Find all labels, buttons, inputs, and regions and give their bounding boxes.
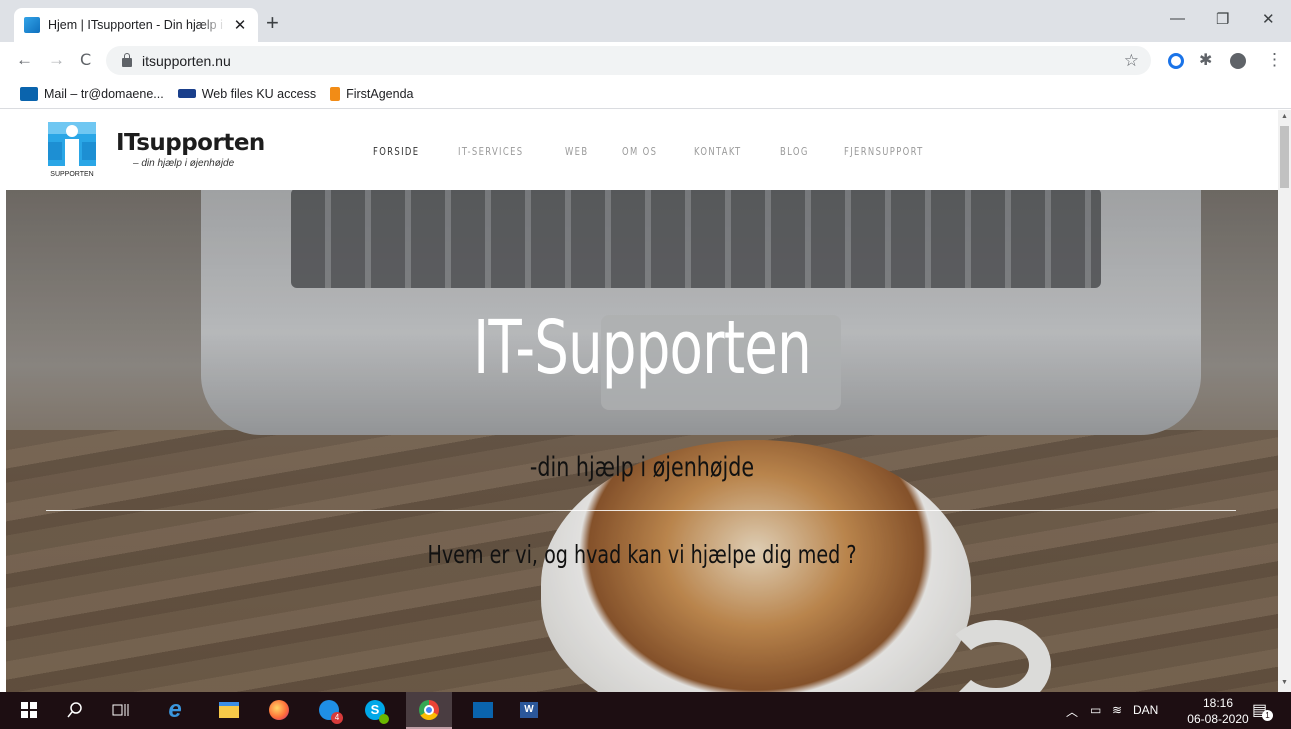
nav-blog[interactable]: BLOG (780, 145, 809, 158)
itsupporten-logo-icon[interactable]: SUPPORTEN (48, 122, 96, 178)
wifi-icon[interactable]: ≋ (1112, 703, 1122, 717)
extension-icon[interactable] (1168, 53, 1184, 69)
search-icon[interactable] (64, 699, 86, 721)
hero-subtitle: -din hjælp i øjenhøjde (529, 452, 755, 483)
bookmark-label: Web files KU access (201, 86, 317, 101)
close-window-button[interactable]: ✕ (1262, 10, 1275, 28)
notification-count: 1 (1262, 710, 1273, 721)
firefox-icon[interactable] (268, 699, 290, 721)
chrome-icon[interactable] (418, 699, 440, 721)
bookmark-star-icon[interactable]: ☆ (1124, 51, 1139, 71)
forward-button[interactable]: → (48, 50, 65, 70)
windows-taskbar: e 4 S W ︿ ▭ ≋ DAN 18:16 06-08-2020 ▤ 1 (0, 692, 1291, 729)
site-header: SUPPORTEN ITsupporten – din hjælp i øjen… (0, 110, 1278, 190)
skype-icon[interactable]: S (364, 699, 389, 724)
windows-start-icon[interactable] (18, 699, 40, 721)
skype-business-icon[interactable]: 4 (318, 699, 343, 724)
tab-strip: Hjem | ITsupporten - Din hjælp i øjenhøj… (0, 0, 1291, 42)
skype-business-badge: 4 (331, 712, 343, 724)
logo-mark-text: SUPPORTEN (50, 171, 93, 178)
bookmark-mail[interactable]: Mail – tr@domaene... (20, 86, 164, 101)
scroll-up-icon[interactable]: ▲ (1281, 113, 1288, 120)
scroll-down-icon[interactable]: ▼ (1281, 679, 1288, 686)
tab-title: Hjem | ITsupporten - Din hjælp i øjenhøj… (48, 18, 226, 32)
tray-overflow-icon[interactable]: ︿ (1066, 703, 1078, 720)
firstagenda-icon (330, 86, 341, 101)
main-navigation: FORSIDE IT-SERVICES WEB OM OS KONTAKT BL… (373, 145, 967, 158)
bookmark-label: Mail – tr@domaene... (44, 86, 164, 101)
page-viewport: SUPPORTEN ITsupporten – din hjælp i øjen… (0, 110, 1278, 692)
bookmark-firstagenda[interactable]: FirstAgenda (330, 86, 414, 101)
hero-question: Hvem er vi, og hvad kan vi hjælpe dig me… (427, 540, 857, 569)
nav-web[interactable]: WEB (565, 145, 588, 158)
outlook-icon (20, 86, 38, 101)
menu-button[interactable]: ⋮ (1266, 50, 1283, 70)
outlook-icon[interactable] (472, 699, 494, 721)
extensions-puzzle-icon[interactable]: ✱ (1199, 50, 1215, 69)
battery-icon[interactable]: ▭ (1090, 703, 1101, 717)
nav-fjernsupport[interactable]: FJERNSUPPORT (844, 145, 924, 158)
logo-tagline: – din hjælp i øjenhøjde (133, 158, 235, 169)
address-bar[interactable]: itsupporten.nu ☆ (106, 46, 1151, 75)
system-clock[interactable]: 18:16 06-08-2020 (1183, 695, 1253, 727)
task-view-icon[interactable] (110, 699, 132, 721)
file-explorer-icon[interactable] (218, 699, 240, 721)
notification-center-icon[interactable]: ▤ 1 (1252, 700, 1273, 721)
edge-icon[interactable]: e (164, 696, 186, 723)
url-text[interactable]: itsupporten.nu (142, 53, 231, 69)
site-favicon-icon (24, 17, 40, 33)
new-tab-button[interactable]: + (266, 12, 279, 34)
scroll-thumb[interactable] (1280, 126, 1289, 188)
tab-close-icon[interactable]: ✕ (232, 16, 248, 34)
word-icon[interactable]: W (518, 699, 540, 721)
back-button[interactable]: ← (16, 50, 33, 70)
page-scrollbar[interactable]: ▲ ▼ (1278, 110, 1291, 692)
hero-banner: IT-Supporten -din hjælp i øjenhøjde Hvem… (6, 190, 1278, 692)
nav-it-services[interactable]: IT-SERVICES (458, 145, 524, 158)
hero-title: IT-Supporten (473, 305, 812, 391)
hero-divider (46, 510, 1236, 511)
bookmark-ku[interactable]: Web files KU access (177, 86, 317, 101)
reload-button[interactable]: C (80, 50, 91, 70)
hero-overlay (6, 190, 1278, 692)
restore-button[interactable]: ❐ (1216, 10, 1229, 28)
bookmark-label: FirstAgenda (346, 86, 414, 101)
browser-tab[interactable]: Hjem | ITsupporten - Din hjælp i øjenhøj… (14, 8, 258, 42)
ku-icon (177, 89, 196, 98)
nav-forside[interactable]: FORSIDE (373, 145, 419, 158)
nav-om-os[interactable]: OM OS (622, 145, 657, 158)
minimize-button[interactable]: — (1170, 10, 1185, 27)
bookmarks-bar: Mail – tr@domaene... Web files KU access… (0, 79, 1291, 109)
clock-date: 06-08-2020 (1187, 712, 1249, 726)
clock-time: 18:16 (1202, 696, 1234, 710)
language-indicator[interactable]: DAN (1133, 703, 1158, 717)
logo-title[interactable]: ITsupporten (116, 130, 265, 156)
profile-icon[interactable] (1230, 53, 1246, 69)
browser-toolbar: ← → C itsupporten.nu ☆ ✱ ⋮ (0, 42, 1291, 79)
lock-icon[interactable] (122, 52, 132, 67)
nav-kontakt[interactable]: KONTAKT (694, 145, 742, 158)
